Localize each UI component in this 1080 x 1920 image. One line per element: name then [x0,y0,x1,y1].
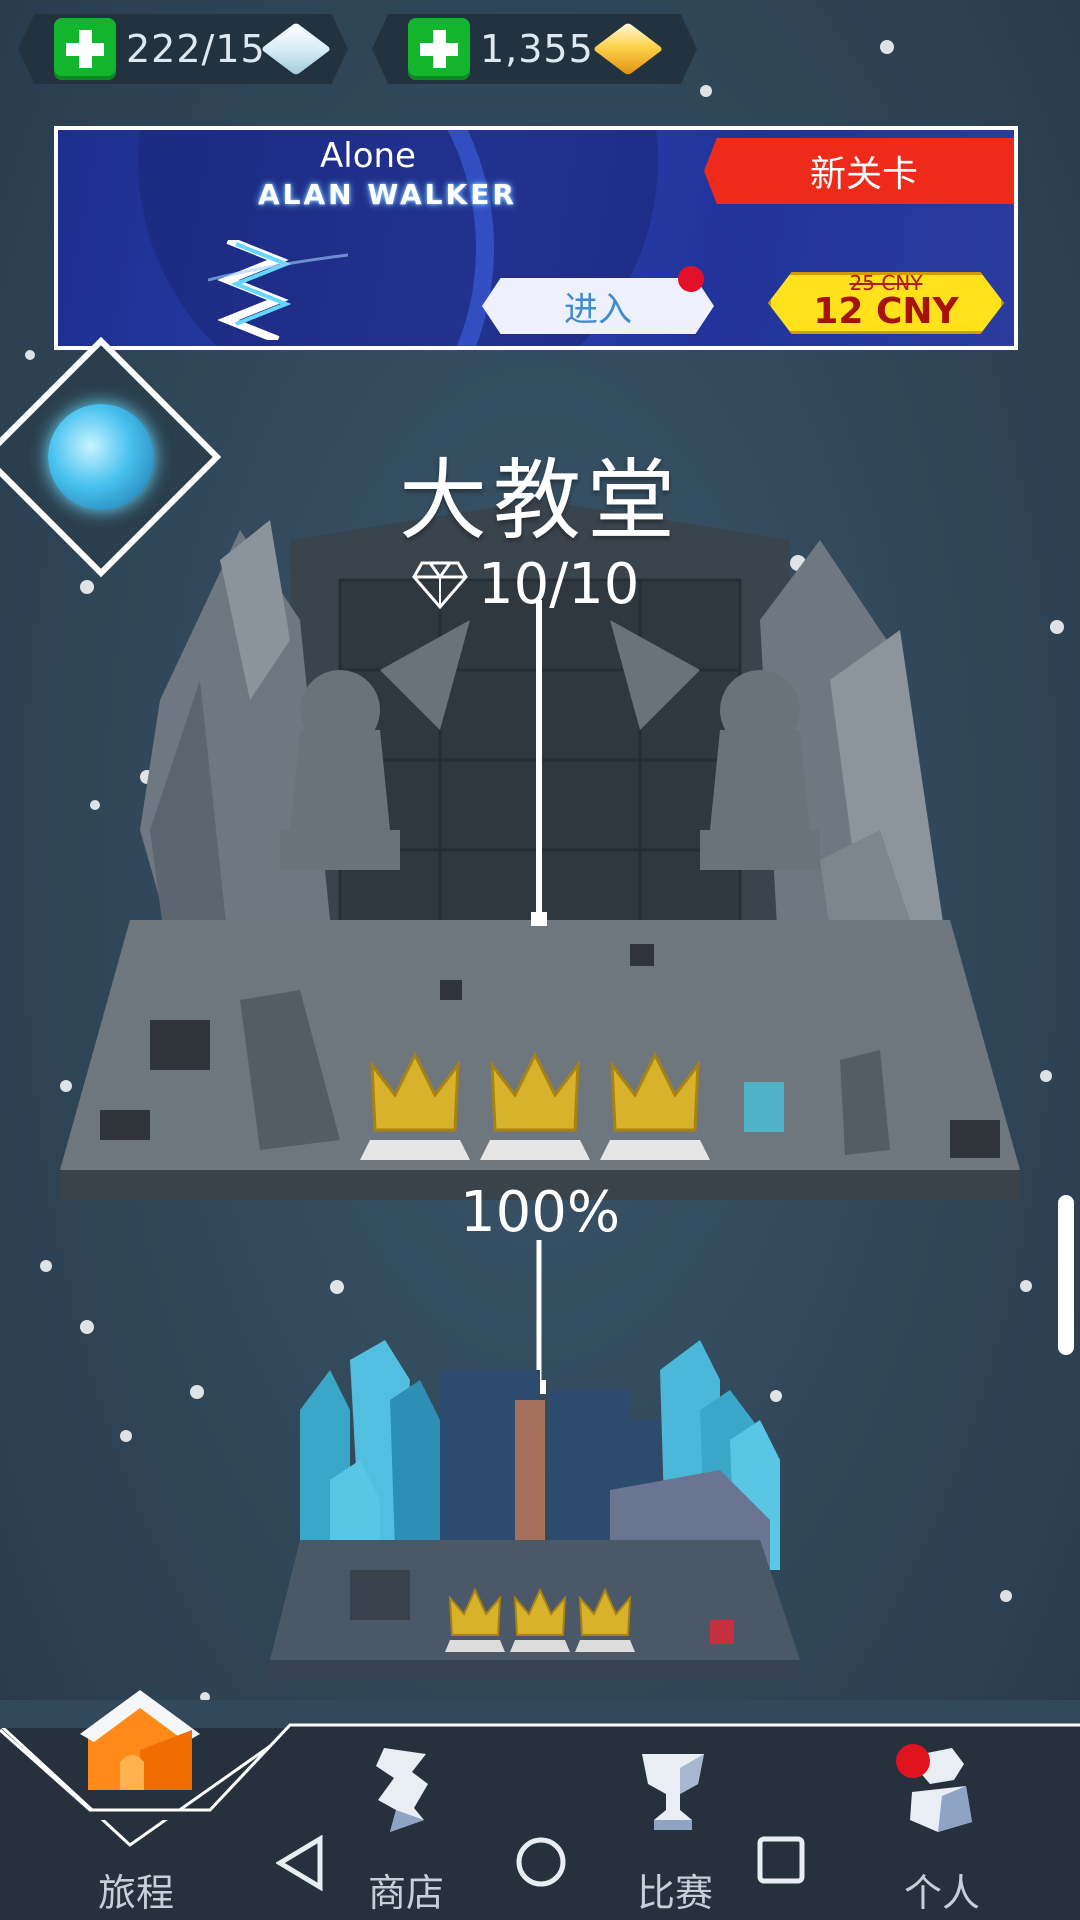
add-gems-button[interactable] [408,18,470,80]
add-energy-button[interactable] [54,18,116,80]
crown-rating [360,1051,710,1160]
next-level-scene[interactable] [0,1240,1080,1700]
song-title: Alone [320,136,416,176]
tab-profile-label: 个人 [903,1871,980,1915]
song-artist: ALAN WALKER [258,178,517,211]
diamond-icon [412,561,468,609]
enter-button[interactable]: 进入 [482,278,714,334]
scrollbar[interactable] [1058,1195,1074,1355]
gold-gem-icon [592,22,664,76]
next-crown-rating [445,1587,635,1652]
notification-dot [678,266,704,292]
gem-collected-value: 10/10 [478,552,640,617]
shop-icon [376,1748,428,1832]
tab-contest-label: 比赛 [636,1871,713,1915]
ice-cube-icon [260,22,332,76]
track-illustration [208,240,348,340]
energy-counter[interactable]: 222/15 [18,14,348,84]
sale-price: 12 CNY [813,291,959,332]
house-icon [80,1690,200,1790]
blue-cube [744,1082,784,1132]
trophy-icon [642,1754,704,1830]
level-gem-count: 10/10 [412,552,639,617]
tab-shop-label: 商店 [367,1871,444,1915]
system-back-button[interactable] [276,1835,326,1891]
crown-icon [480,1051,590,1160]
gem-value: 1,355 [480,27,594,71]
energy-value: 222/15 [126,27,266,71]
level-title: 大教堂 [398,449,681,552]
profile-notification-dot [896,1744,930,1778]
new-level-banner[interactable]: Alone ALAN WALKER 新关卡 进入 25 CNY 12 CNY [54,126,1018,350]
system-recents-button[interactable] [756,1835,806,1885]
price-button[interactable]: 25 CNY 12 CNY [768,272,1004,334]
new-level-tag: 新关卡 [704,138,1014,204]
crown-icon [360,1051,470,1160]
level-progress: 100% [459,1180,621,1245]
system-home-button[interactable] [514,1835,568,1889]
crown-icon [600,1051,710,1160]
tab-journey-label: 旅程 [97,1871,174,1915]
gem-counter[interactable]: 1,355 [372,14,697,84]
